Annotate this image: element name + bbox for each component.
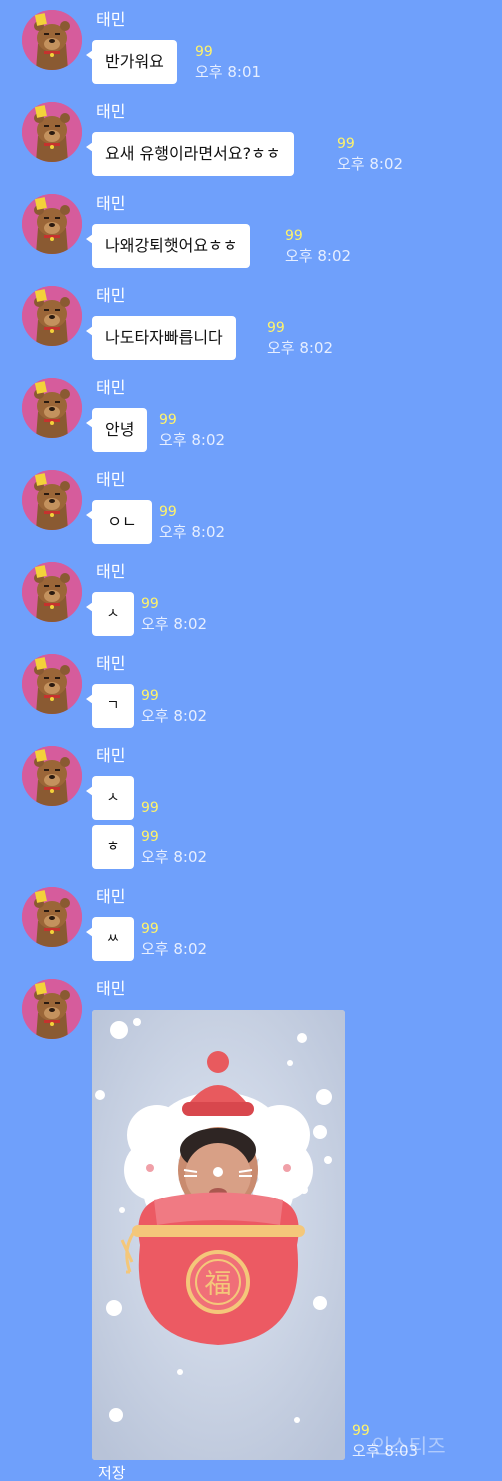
- bear-character-icon: [22, 10, 82, 70]
- save-link[interactable]: 저장: [98, 1464, 126, 1481]
- bear-character-icon: [22, 562, 82, 622]
- message-time: 오후 8:02: [141, 940, 208, 958]
- message-time: 오후 8:02: [159, 523, 226, 541]
- bear-character-icon: [22, 979, 82, 1039]
- sender-avatar[interactable]: [22, 979, 82, 1039]
- sender-name: 태민: [96, 286, 126, 305]
- bear-character-icon: [22, 654, 82, 714]
- sender-avatar[interactable]: [22, 470, 82, 530]
- sender-avatar[interactable]: [22, 746, 82, 806]
- message-bubble[interactable]: ㅆ: [86, 917, 134, 961]
- sender-avatar[interactable]: [22, 654, 82, 714]
- sender-avatar[interactable]: [22, 378, 82, 438]
- unread-count: 99: [267, 320, 285, 336]
- message-time: 오후 8:02: [337, 155, 404, 173]
- message-bubble[interactable]: 나도타자빠릅니다: [86, 316, 236, 360]
- sender-avatar[interactable]: [22, 194, 82, 254]
- sender-name: 태민: [96, 378, 126, 397]
- unread-count: 99: [141, 800, 159, 816]
- photo-message[interactable]: 福: [92, 1010, 345, 1460]
- sender-name: 태민: [96, 887, 126, 906]
- unread-count: 99: [159, 504, 177, 520]
- unread-count: 99: [141, 829, 159, 845]
- watermark: 인스티즈: [372, 1434, 446, 1458]
- message-bubble[interactable]: ㄱ: [86, 684, 134, 728]
- sender-name: 태민: [96, 10, 126, 29]
- bear-character-icon: [22, 194, 82, 254]
- sender-name: 태민: [96, 470, 126, 489]
- message-bubble[interactable]: 안녕: [85, 408, 148, 452]
- sender-name: 태민: [96, 654, 126, 673]
- sender-avatar[interactable]: [22, 10, 82, 70]
- lucky-bag-photo: 福: [92, 1010, 345, 1460]
- bear-character-icon: [22, 286, 82, 346]
- message-bubble[interactable]: 요새 유행이라면서요?ㅎㅎ: [86, 132, 294, 176]
- message-time: 오후 8:02: [159, 431, 226, 449]
- unread-count: 99: [141, 688, 159, 704]
- unread-count: 99: [352, 1423, 370, 1439]
- unread-count: 99: [141, 596, 159, 612]
- message-bubble[interactable]: ㅇㄴ: [86, 500, 152, 544]
- message-time: 오후 8:01: [195, 63, 262, 81]
- bear-character-icon: [22, 887, 82, 947]
- unread-count: 99: [195, 44, 213, 60]
- bear-character-icon: [22, 378, 82, 438]
- sender-name: 태민: [96, 979, 126, 998]
- message-bubble[interactable]: 나왜강퇴햇어요ㅎㅎ: [85, 224, 251, 268]
- unread-count: 99: [159, 412, 177, 428]
- message-time: 오후 8:02: [285, 247, 352, 265]
- message-time: 오후 8:02: [141, 707, 208, 725]
- sender-name: 태민: [96, 562, 126, 581]
- message-time: 오후 8:02: [267, 339, 334, 357]
- sender-name: 태민: [96, 194, 126, 213]
- message-time: 오후 8:02: [141, 848, 208, 866]
- sender-avatar[interactable]: [22, 887, 82, 947]
- sender-name: 태민: [96, 746, 126, 765]
- unread-count: 99: [337, 136, 355, 152]
- message-bubble[interactable]: ㅅ: [86, 776, 134, 820]
- bear-character-icon: [22, 470, 82, 530]
- message-bubble[interactable]: ㅎ: [92, 825, 134, 869]
- sender-avatar[interactable]: [22, 562, 82, 622]
- bear-character-icon: [22, 102, 82, 162]
- bear-character-icon: [22, 746, 82, 806]
- sender-name: 태민: [96, 102, 126, 121]
- sender-avatar[interactable]: [22, 286, 82, 346]
- unread-count: 99: [141, 921, 159, 937]
- sender-avatar[interactable]: [22, 102, 82, 162]
- bag-stamp: 福: [205, 1269, 232, 1300]
- message-bubble[interactable]: 반가워요: [86, 40, 177, 84]
- unread-count: 99: [285, 228, 303, 244]
- message-time: 오후 8:02: [141, 615, 208, 633]
- message-bubble[interactable]: ㅅ: [86, 592, 134, 636]
